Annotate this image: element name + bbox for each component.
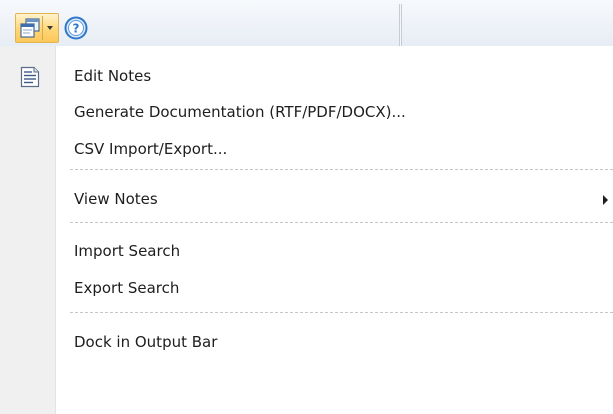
menu-item-csv-import-export[interactable]: CSV Import/Export... bbox=[56, 133, 613, 167]
submenu-arrow-icon bbox=[603, 195, 608, 205]
menu-icon-gutter bbox=[0, 46, 56, 414]
chevron-down-icon[interactable] bbox=[47, 26, 53, 30]
menu-separator bbox=[70, 222, 613, 223]
context-menu: Edit Notes Generate Documentation (RTF/P… bbox=[0, 46, 613, 414]
menu-item-import-search[interactable]: Import Search bbox=[56, 235, 613, 269]
menu-item-generate-documentation[interactable]: Generate Documentation (RTF/PDF/DOCX)... bbox=[56, 96, 613, 130]
menu-separator bbox=[70, 169, 613, 170]
menu-item-dock-in-output-bar[interactable]: Dock in Output Bar bbox=[56, 326, 613, 360]
menu-item-view-notes[interactable]: View Notes bbox=[56, 183, 613, 217]
toolbar: ? bbox=[0, 0, 613, 46]
menu-item-label: Generate Documentation (RTF/PDF/DOCX)... bbox=[74, 103, 406, 121]
menu-item-label: Edit Notes bbox=[74, 67, 152, 85]
svg-text:?: ? bbox=[73, 22, 80, 36]
menu-item-export-search[interactable]: Export Search bbox=[56, 272, 613, 306]
notes-icon bbox=[20, 66, 40, 88]
split-divider bbox=[42, 16, 43, 40]
context-menu-split-button[interactable] bbox=[15, 13, 59, 43]
menu-separator bbox=[70, 312, 613, 313]
menu-item-edit-notes[interactable]: Edit Notes bbox=[56, 60, 613, 94]
toolbar-separator bbox=[399, 4, 402, 46]
menu-item-label: CSV Import/Export... bbox=[74, 140, 228, 158]
help-icon[interactable]: ? bbox=[64, 16, 88, 40]
menu-item-label: Dock in Output Bar bbox=[74, 333, 218, 351]
menu-item-label: View Notes bbox=[74, 190, 158, 208]
menu-item-label: Import Search bbox=[74, 242, 181, 260]
menu-item-label: Export Search bbox=[74, 279, 180, 297]
windows-icon bbox=[20, 18, 40, 38]
